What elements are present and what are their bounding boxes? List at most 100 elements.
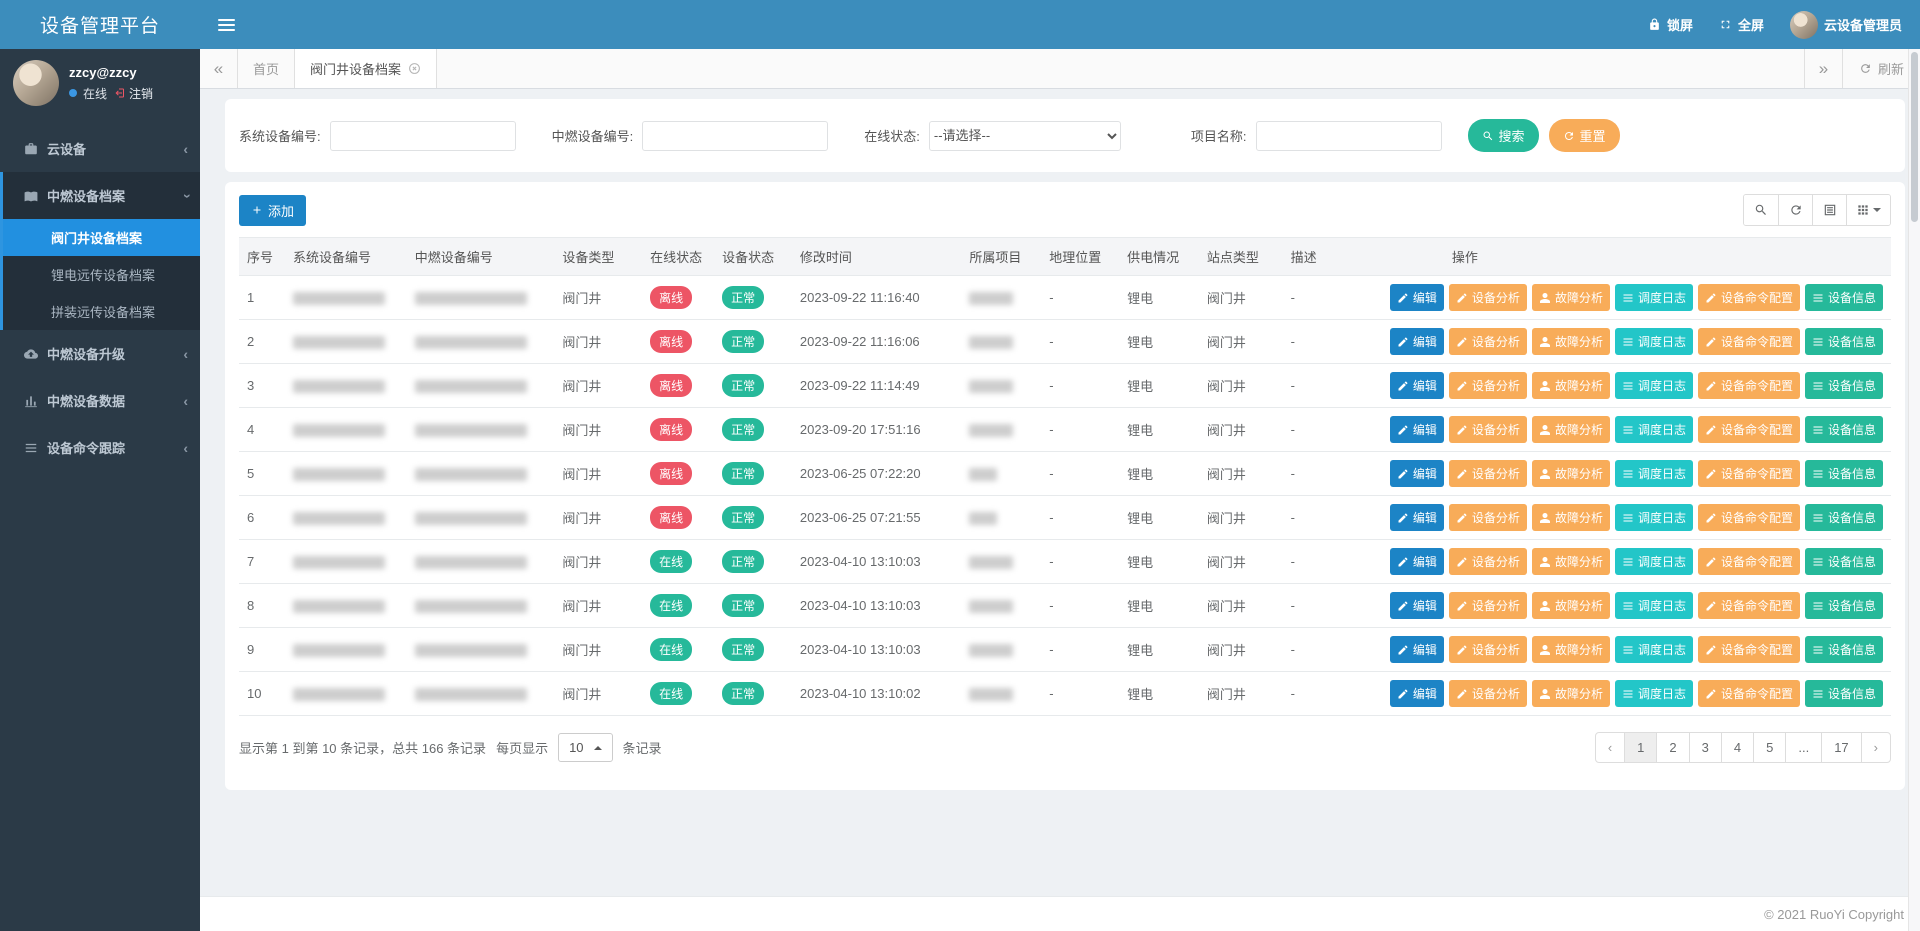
dispatch-log-button[interactable]: 调度日志 (1615, 328, 1693, 355)
device-info-button[interactable]: 设备信息 (1805, 284, 1883, 311)
edit-button[interactable]: 编辑 (1390, 504, 1444, 531)
fault-analysis-button[interactable]: 故障分析 (1532, 372, 1610, 399)
device-analysis-button[interactable]: 设备分析 (1449, 416, 1527, 443)
edit-button[interactable]: 编辑 (1390, 548, 1444, 575)
device-command-config-button[interactable]: 设备命令配置 (1698, 636, 1800, 663)
zr-device-no-input[interactable] (642, 121, 828, 151)
edit-button[interactable]: 编辑 (1390, 636, 1444, 663)
edit-button[interactable]: 编辑 (1390, 372, 1444, 399)
table-refresh-button[interactable] (1778, 195, 1812, 225)
sidebar-item-command-tracking[interactable]: 设备命令跟踪 ‹ (0, 424, 200, 471)
device-command-config-button[interactable]: 设备命令配置 (1698, 680, 1800, 707)
fault-analysis-button[interactable]: 故障分析 (1532, 548, 1610, 575)
sidebar-item-assembled-remote-archive[interactable]: 拼装远传设备档案 (3, 293, 200, 330)
device-command-config-button[interactable]: 设备命令配置 (1698, 372, 1800, 399)
logout-link[interactable]: 注销 (113, 85, 153, 102)
device-info-button[interactable]: 设备信息 (1805, 548, 1883, 575)
admin-menu[interactable]: 云设备管理员 (1790, 11, 1902, 39)
edit-button[interactable]: 编辑 (1390, 416, 1444, 443)
edit-button[interactable]: 编辑 (1390, 592, 1444, 619)
device-analysis-button[interactable]: 设备分析 (1449, 284, 1527, 311)
device-info-button[interactable]: 设备信息 (1805, 504, 1883, 531)
sidebar-item-valve-well-archive[interactable]: 阀门井设备档案 (3, 219, 200, 256)
dispatch-log-button[interactable]: 调度日志 (1615, 284, 1693, 311)
page-button-4[interactable]: 4 (1721, 732, 1754, 763)
fault-analysis-button[interactable]: 故障分析 (1532, 328, 1610, 355)
fullscreen-button[interactable]: 全屏 (1719, 15, 1764, 34)
dispatch-log-button[interactable]: 调度日志 (1615, 592, 1693, 619)
edit-button[interactable]: 编辑 (1390, 284, 1444, 311)
dispatch-log-button[interactable]: 调度日志 (1615, 372, 1693, 399)
device-info-button[interactable]: 设备信息 (1805, 460, 1883, 487)
fault-analysis-button[interactable]: 故障分析 (1532, 460, 1610, 487)
fault-analysis-button[interactable]: 故障分析 (1532, 416, 1610, 443)
dispatch-log-button[interactable]: 调度日志 (1615, 548, 1693, 575)
page-size-dropdown[interactable]: 10 (558, 733, 612, 762)
edit-button[interactable]: 编辑 (1390, 460, 1444, 487)
page-ellipsis[interactable]: ... (1785, 732, 1822, 763)
next-page-button[interactable]: › (1861, 732, 1891, 763)
page-button-1[interactable]: 1 (1624, 732, 1657, 763)
table-search-toggle-button[interactable] (1744, 195, 1778, 225)
table-detail-view-button[interactable] (1812, 195, 1846, 225)
sidebar-toggle-button[interactable] (200, 19, 253, 31)
dispatch-log-button[interactable]: 调度日志 (1615, 416, 1693, 443)
device-info-button[interactable]: 设备信息 (1805, 592, 1883, 619)
device-analysis-button[interactable]: 设备分析 (1449, 636, 1527, 663)
device-info-button[interactable]: 设备信息 (1805, 636, 1883, 663)
device-analysis-button[interactable]: 设备分析 (1449, 592, 1527, 619)
sidebar-item-cloud-device[interactable]: 云设备 ‹ (0, 125, 200, 172)
dispatch-log-button[interactable]: 调度日志 (1615, 460, 1693, 487)
close-tab-icon[interactable] (408, 62, 421, 75)
page-button-5[interactable]: 5 (1753, 732, 1786, 763)
device-analysis-button[interactable]: 设备分析 (1449, 460, 1527, 487)
scroll-tabs-left-button[interactable]: « (200, 49, 238, 88)
fault-analysis-button[interactable]: 故障分析 (1532, 592, 1610, 619)
fault-analysis-button[interactable]: 故障分析 (1532, 680, 1610, 707)
device-analysis-button[interactable]: 设备分析 (1449, 504, 1527, 531)
project-name-input[interactable] (1256, 121, 1442, 151)
device-command-config-button[interactable]: 设备命令配置 (1698, 592, 1800, 619)
device-command-config-button[interactable]: 设备命令配置 (1698, 504, 1800, 531)
page-button-17[interactable]: 17 (1821, 732, 1861, 763)
system-device-no-input[interactable] (330, 121, 516, 151)
device-analysis-button[interactable]: 设备分析 (1449, 548, 1527, 575)
scroll-tabs-right-button[interactable]: » (1804, 49, 1842, 88)
edit-button[interactable]: 编辑 (1390, 328, 1444, 355)
search-button[interactable]: 搜索 (1468, 119, 1539, 152)
fault-analysis-button[interactable]: 故障分析 (1532, 284, 1610, 311)
page-button-2[interactable]: 2 (1656, 732, 1689, 763)
sidebar-item-lithium-remote-archive[interactable]: 锂电远传设备档案 (3, 256, 200, 293)
dispatch-log-button[interactable]: 调度日志 (1615, 636, 1693, 663)
device-info-button[interactable]: 设备信息 (1805, 372, 1883, 399)
online-status-select[interactable]: --请选择-- (929, 121, 1121, 151)
device-info-button[interactable]: 设备信息 (1805, 416, 1883, 443)
edit-button[interactable]: 编辑 (1390, 680, 1444, 707)
tab-valve-well-archive[interactable]: 阀门井设备档案 (294, 49, 437, 88)
page-button-3[interactable]: 3 (1689, 732, 1722, 763)
tab-home[interactable]: 首页 (238, 49, 294, 88)
device-command-config-button[interactable]: 设备命令配置 (1698, 460, 1800, 487)
device-analysis-button[interactable]: 设备分析 (1449, 328, 1527, 355)
scrollbar-thumb[interactable] (1911, 52, 1918, 222)
device-info-button[interactable]: 设备信息 (1805, 328, 1883, 355)
add-button[interactable]: 添加 (239, 195, 306, 226)
fault-analysis-button[interactable]: 故障分析 (1532, 636, 1610, 663)
table-columns-button[interactable] (1846, 195, 1890, 225)
lock-screen-button[interactable]: 锁屏 (1648, 15, 1693, 34)
dispatch-log-button[interactable]: 调度日志 (1615, 680, 1693, 707)
reset-button[interactable]: 重置 (1549, 119, 1620, 152)
sidebar-item-device-upgrade[interactable]: 中燃设备升级 ‹ (0, 330, 200, 377)
device-analysis-button[interactable]: 设备分析 (1449, 372, 1527, 399)
sidebar-item-device-data[interactable]: 中燃设备数据 ‹ (0, 377, 200, 424)
scrollbar[interactable] (1908, 49, 1920, 931)
device-command-config-button[interactable]: 设备命令配置 (1698, 416, 1800, 443)
device-command-config-button[interactable]: 设备命令配置 (1698, 548, 1800, 575)
prev-page-button[interactable]: ‹ (1595, 732, 1625, 763)
device-info-button[interactable]: 设备信息 (1805, 680, 1883, 707)
device-analysis-button[interactable]: 设备分析 (1449, 680, 1527, 707)
sidebar-item-device-archive[interactable]: 中燃设备档案 ‹ (3, 172, 200, 219)
device-command-config-button[interactable]: 设备命令配置 (1698, 328, 1800, 355)
device-command-config-button[interactable]: 设备命令配置 (1698, 284, 1800, 311)
dispatch-log-button[interactable]: 调度日志 (1615, 504, 1693, 531)
